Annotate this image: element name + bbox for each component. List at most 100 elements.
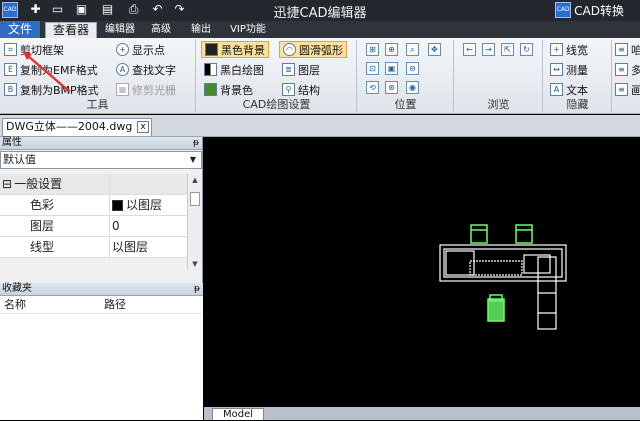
- smooth-arc-icon: ◠: [283, 43, 296, 56]
- tab-advanced[interactable]: 高级: [146, 21, 176, 38]
- group-hide: + 线宽 ↔ 测量 A 文本 隐藏: [544, 40, 612, 112]
- background-color-button[interactable]: 背景色: [204, 81, 253, 98]
- group-position: ⊞ ⊕ ⌕ ✥ ⊡ ▣ ⊖ ⟲ ⊛ ◉ 位置: [358, 40, 454, 112]
- copy-bmp-icon: B: [4, 83, 17, 96]
- black-background-label: 黑色背景: [221, 43, 265, 57]
- zoom-dropdown-icon[interactable]: ⌕: [406, 43, 419, 56]
- cad-convert-button[interactable]: CAD CAD转换: [555, 1, 624, 19]
- property-value: 以图层: [112, 240, 149, 254]
- structure-label: 结构: [298, 83, 320, 97]
- show-points-label: 显示点: [132, 43, 165, 57]
- properties-grid: ⊟ 一般设置 色彩 以图层 图层 0 线型 以图层: [0, 174, 187, 258]
- clip-frame-icon: ⌗: [4, 43, 17, 56]
- more-item-3-label: 画: [631, 83, 640, 97]
- bw-drawing-button[interactable]: 黑白绘图: [204, 61, 264, 78]
- more-item-1[interactable]: ≡ 咱: [615, 41, 640, 58]
- layers-button[interactable]: ≣ 图层: [282, 61, 320, 78]
- text-button[interactable]: A 文本: [550, 81, 588, 98]
- favorites-panel: 收藏夹 ᵽ 名称 路径: [0, 283, 203, 420]
- properties-dropdown[interactable]: 默认值 ▼: [0, 151, 202, 169]
- find-text-icon: A: [116, 63, 129, 76]
- ribbon-tab-bar: 文件 查看器 编辑器 高级 输出 VIP功能: [0, 21, 640, 38]
- find-text-button[interactable]: A 查找文字: [116, 61, 176, 78]
- rotate-icon[interactable]: ⟲: [366, 81, 379, 94]
- favorites-col-name[interactable]: 名称: [0, 296, 100, 313]
- property-key: 线型: [0, 237, 110, 257]
- copy-emf-button[interactable]: E 复制为EMF格式: [4, 61, 98, 78]
- property-group-row[interactable]: ⊟ 一般设置: [0, 174, 187, 195]
- export-icon[interactable]: ⇱: [501, 43, 514, 56]
- refresh-icon[interactable]: ↻: [520, 43, 533, 56]
- document-tab-bar: DWG立体——2004.dwg x: [0, 115, 640, 137]
- scroll-thumb[interactable]: [190, 192, 200, 206]
- tab-output[interactable]: 输出: [186, 21, 216, 38]
- tab-vip[interactable]: VIP功能: [228, 21, 268, 38]
- arrow-left-icon[interactable]: ←: [463, 43, 476, 56]
- cad-convert-label: CAD转换: [574, 3, 624, 18]
- favorites-columns: 名称 路径: [0, 296, 203, 314]
- line-width-icon: +: [550, 43, 563, 56]
- document-tab[interactable]: DWG立体——2004.dwg x: [2, 118, 152, 136]
- tab-viewer[interactable]: 查看器: [45, 22, 97, 38]
- property-group-label: 一般设置: [14, 177, 63, 191]
- pin-icon[interactable]: ᵽ: [193, 137, 199, 149]
- zoom-window-icon[interactable]: ⊞: [366, 43, 379, 56]
- pan-icon[interactable]: ✥: [428, 43, 441, 56]
- more-item-2[interactable]: ≡ 多: [615, 61, 640, 78]
- copy-bmp-label: 复制为BMP格式: [20, 83, 99, 97]
- tab-model[interactable]: Model: [212, 408, 265, 420]
- arrow-right-icon[interactable]: →: [482, 43, 495, 56]
- tab-editor[interactable]: 编辑器: [100, 21, 140, 38]
- navigate-icon[interactable]: ⊛: [385, 81, 398, 94]
- measure-button[interactable]: ↔ 测量: [550, 61, 588, 78]
- pin-icon[interactable]: ᵽ: [194, 283, 200, 295]
- tab-file[interactable]: 文件: [0, 21, 40, 38]
- close-icon[interactable]: x: [137, 121, 149, 133]
- zoom-extents-icon[interactable]: ⊡: [366, 62, 379, 75]
- favorites-header: 收藏夹 ᵽ: [0, 283, 203, 296]
- smooth-arc-label: 圆滑弧形: [299, 43, 343, 57]
- property-row-linetype[interactable]: 线型 以图层: [0, 237, 187, 258]
- line-width-button[interactable]: + 线宽: [550, 41, 588, 58]
- title-bar: CAD ✚ ▭ ▣ ▤ ⎙ ↶ ↷ 迅捷CAD编辑器 CAD CAD转换: [0, 0, 640, 21]
- group-more: ≡ 咱 ≡ 多 ≡ 画: [613, 40, 640, 112]
- properties-header: 属性 ᵽ: [0, 137, 202, 150]
- trim-raster-button[interactable]: ▦ 修剪光栅: [116, 81, 176, 98]
- measure-icon: ↔: [550, 63, 563, 76]
- fit-window-icon[interactable]: ▣: [385, 62, 398, 75]
- trim-raster-icon: ▦: [116, 83, 129, 96]
- ribbon: ⌗ 剪切框架 E 复制为EMF格式 B 复制为BMP格式 + 显示点 A 查找文字 ▦ 修剪…: [0, 38, 640, 114]
- property-value: 0: [112, 219, 120, 233]
- group-browse-label: 浏览: [487, 98, 510, 111]
- view-dropdown-icon[interactable]: ◉: [406, 81, 419, 94]
- more-item-2-label: 多: [631, 63, 640, 77]
- left-panel: 属性 ᵽ 默认值 ▼ ⊟ 一般设置 色彩 以图层 图层 0 线型 以图层 ▲ ▼ …: [0, 137, 203, 420]
- cad-drawing: [439, 224, 567, 330]
- more-item-3-icon: ≡: [615, 83, 628, 96]
- layers-icon: ≣: [282, 63, 295, 76]
- black-background-icon: [205, 43, 218, 56]
- group-cad-settings-label: CAD绘图设置: [242, 98, 311, 111]
- clip-frame-label: 剪切框架: [20, 43, 64, 57]
- more-item-3[interactable]: ≡ 画: [615, 81, 640, 98]
- text-icon: A: [550, 83, 563, 96]
- property-row-layer[interactable]: 图层 0: [0, 216, 187, 237]
- property-row-color[interactable]: 色彩 以图层: [0, 195, 187, 216]
- scroll-up-icon[interactable]: ▲: [189, 174, 201, 186]
- collapse-icon[interactable]: ⊟: [2, 174, 12, 194]
- drawing-canvas[interactable]: [204, 137, 640, 407]
- black-background-button[interactable]: 黑色背景: [201, 41, 269, 58]
- copy-bmp-button[interactable]: B 复制为BMP格式: [4, 81, 99, 98]
- zoom-in-icon[interactable]: ⊕: [385, 43, 398, 56]
- clip-frame-button[interactable]: ⌗ 剪切框架: [4, 41, 64, 58]
- smooth-arc-button[interactable]: ◠ 圆滑弧形: [279, 41, 347, 58]
- structure-button[interactable]: ⚲ 结构: [282, 81, 320, 98]
- window-title: 迅捷CAD编辑器: [273, 6, 367, 21]
- bw-drawing-icon: [204, 63, 217, 76]
- show-points-button[interactable]: + 显示点: [116, 41, 165, 58]
- properties-scrollbar[interactable]: ▲ ▼: [187, 174, 201, 270]
- zoom-out-icon[interactable]: ⊖: [406, 62, 419, 75]
- bw-drawing-label: 黑白绘图: [220, 63, 264, 77]
- scroll-down-icon[interactable]: ▼: [189, 258, 201, 270]
- favorites-col-path[interactable]: 路径: [100, 296, 126, 313]
